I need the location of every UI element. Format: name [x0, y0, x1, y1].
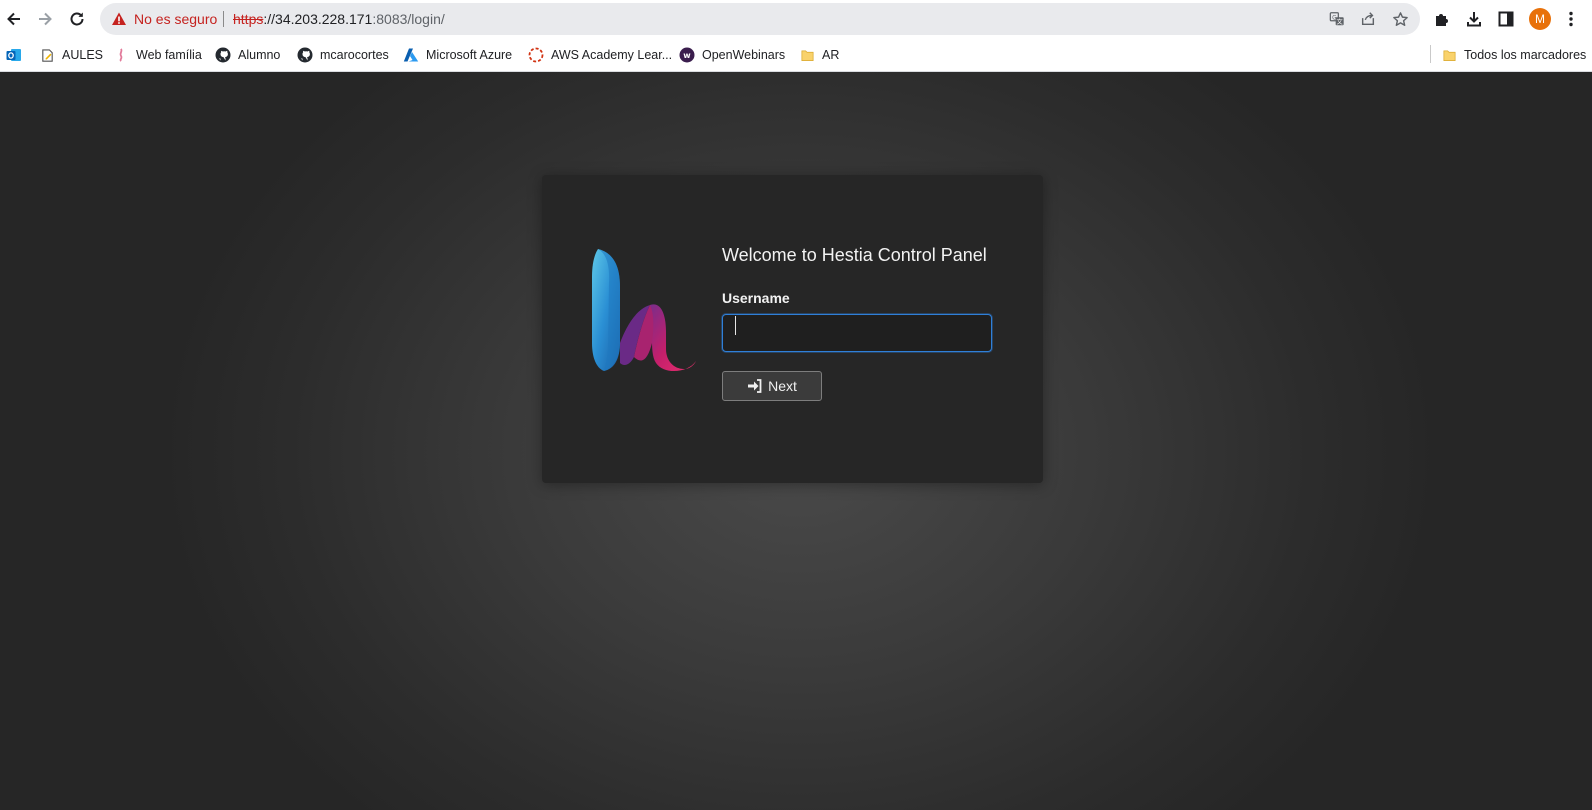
bookmark-alumno[interactable]: Alumno: [215, 46, 280, 64]
security-label[interactable]: No es seguro: [134, 12, 217, 27]
bookmark-outlook[interactable]: [6, 46, 29, 64]
menu-button[interactable]: [1558, 6, 1584, 32]
arrow-left-icon: [7, 12, 20, 26]
page-edit-icon: [39, 47, 55, 63]
bookmark-label: mcarocortes: [320, 48, 389, 62]
username-input[interactable]: [722, 314, 992, 352]
bookmark-microsoft-azure[interactable]: Microsoft Azure: [403, 46, 512, 64]
next-button-label: Next: [768, 378, 797, 394]
bookmark-label: AR: [822, 48, 840, 62]
aws-academy-icon: [528, 47, 544, 63]
side-panel-button[interactable]: [1493, 6, 1519, 32]
github-icon: [215, 47, 231, 63]
svg-text:G: G: [1332, 15, 1336, 21]
outlook-icon: [6, 47, 22, 63]
azure-icon: [403, 47, 419, 63]
share-icon[interactable]: [1359, 10, 1377, 28]
reload-button[interactable]: [64, 6, 90, 32]
sign-in-icon: [748, 379, 762, 393]
svg-text:文: 文: [1337, 18, 1344, 26]
translate-icon[interactable]: 文G: [1328, 10, 1346, 28]
bookmark-label: AWS Academy Lear...: [551, 48, 673, 62]
puzzle-icon: [1436, 14, 1448, 26]
bookmark-openwebinars[interactable]: w OpenWebinars: [679, 46, 785, 64]
downloads-button[interactable]: [1461, 6, 1487, 32]
url-path: :8083/login/: [372, 11, 445, 27]
svg-text:w: w: [683, 51, 691, 60]
bookmark-label: OpenWebinars: [702, 48, 786, 62]
bookmark-aws-academy[interactable]: AWS Academy Lear...: [528, 46, 672, 64]
folder-icon: [799, 47, 815, 63]
all-bookmarks-label: Todos los marcadores: [1464, 48, 1587, 62]
web-familia-icon: [113, 47, 129, 63]
bookmark-aules[interactable]: AULES: [39, 46, 103, 64]
github-icon: [297, 47, 313, 63]
reload-icon: [70, 12, 84, 26]
extensions-button[interactable]: [1429, 6, 1455, 32]
warning-icon: [112, 12, 126, 25]
hestia-logo: [592, 249, 696, 372]
download-icon: [1467, 12, 1481, 27]
omnibox-divider: [223, 11, 224, 27]
bookmarks-divider: [1430, 45, 1431, 63]
url-host: ://34.203.228.171: [263, 11, 373, 27]
bookmark-label: Web família: [136, 48, 202, 62]
bookmark-mcarocortes[interactable]: mcarocortes: [297, 46, 389, 64]
url-text[interactable]: https://34.203.228.171:8083/login/: [233, 12, 445, 27]
openwebinars-icon: w: [679, 47, 695, 63]
star-icon[interactable]: [1391, 10, 1409, 28]
login-form: Welcome to Hestia Control Panel Username…: [722, 243, 994, 401]
username-field-wrap: [722, 307, 994, 352]
bookmark-label: AULES: [62, 48, 103, 62]
login-title: Welcome to Hestia Control Panel: [722, 245, 987, 265]
login-card: Welcome to Hestia Control Panel Username…: [542, 175, 1043, 483]
bookmark-label: Alumno: [238, 48, 281, 62]
profile-avatar[interactable]: M: [1529, 8, 1551, 30]
next-button[interactable]: Next: [722, 371, 822, 401]
more-vertical-icon: [1569, 11, 1573, 27]
text-caret: [735, 316, 736, 335]
arrow-right-icon: [39, 12, 52, 26]
username-label: Username: [722, 290, 790, 306]
address-bar[interactable]: No es seguro https://34.203.228.171:8083…: [100, 3, 1420, 35]
all-bookmarks[interactable]: Todos los marcadores: [1441, 46, 1586, 64]
browser-toolbar: No es seguro https://34.203.228.171:8083…: [0, 0, 1592, 38]
bookmarks-bar: AULES Web família Alumno mcarocortes Mic…: [0, 38, 1592, 72]
bookmark-web-familia[interactable]: Web família: [113, 46, 202, 64]
url-scheme: https: [233, 11, 264, 27]
folder-icon: [1441, 47, 1457, 63]
bookmark-ar-folder[interactable]: AR: [799, 46, 839, 64]
side-panel-icon: [1498, 11, 1514, 27]
bookmark-label: Microsoft Azure: [426, 48, 513, 62]
back-button[interactable]: [1, 6, 27, 32]
login-page: Welcome to Hestia Control Panel Username…: [0, 72, 1592, 810]
forward-button[interactable]: [32, 6, 58, 32]
